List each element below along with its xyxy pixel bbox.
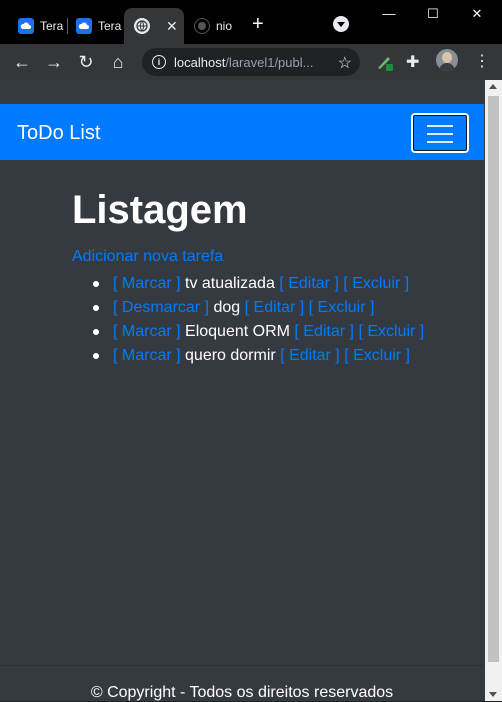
toggle-task-link[interactable]: [ Marcar ] [113,347,181,364]
bullet [93,329,99,335]
add-task-link[interactable]: Adicionar nova tarefa [72,248,472,266]
hamburger-bar [427,141,453,143]
navbar-brand[interactable]: ToDo List [17,122,100,145]
github-icon [194,18,210,34]
edit-task-link[interactable]: [ Editar ] [245,299,305,316]
task-item: [ Desmarcar ] dog [ Editar ] [ Excluir ] [72,296,472,320]
footer-copyright: © Copyright - Todos os direitos reservad… [90,684,394,701]
delete-task-link[interactable]: [ Excluir ] [343,275,409,292]
main-content: Listagem Adicionar nova tarefa [ Marcar … [72,184,472,368]
scrollbar-thumb[interactable] [488,96,499,662]
bullet [93,305,99,311]
browser-toolbar: ← → ↻ ⌂ i localhost/laravel1/publ... ☆ [0,44,502,80]
url-text: localhost/laravel1/publ... [174,55,324,70]
star-icon[interactable]: ☆ [338,53,352,73]
bullet [93,353,99,359]
more-menu-icon[interactable]: ⋮ [474,51,490,71]
hamburger-bar [427,133,453,135]
address-bar[interactable]: i localhost/laravel1/publ... ☆ [142,48,360,76]
scroll-down-arrow-icon[interactable] [489,692,497,697]
reload-icon[interactable]: ↻ [76,52,96,72]
globe-icon [134,18,150,34]
toggle-task-link[interactable]: [ Marcar ] [113,323,181,340]
tab-label: Tera [40,19,64,33]
task-item: [ Marcar ] tv atualizada [ Editar ] [ Ex… [72,272,472,296]
home-icon[interactable]: ⌂ [108,52,128,72]
tab-2[interactable]: Tera [66,8,122,44]
edit-task-link[interactable]: [ Editar ] [279,275,339,292]
footer-divider [0,665,484,666]
task-item: [ Marcar ] quero dormir [ Editar ] [ Exc… [72,344,472,368]
tab-1[interactable]: Tera [8,8,64,44]
url-path: /laravel1/publ... [225,54,314,70]
maximize-button[interactable]: ☐ [418,6,448,22]
task-name: quero dormir [185,347,276,364]
delete-task-link[interactable]: [ Excluir ] [358,323,424,340]
page-top-strip [0,80,484,104]
bullet [93,281,99,287]
task-name: tv atualizada [185,275,275,292]
cloud-favicon-icon [18,18,34,34]
puzzle-icon[interactable]: ✚ [406,52,419,72]
tab-active[interactable]: ✕ [124,8,184,44]
close-window-button[interactable]: ✕ [462,6,492,22]
navbar: ToDo List [0,104,484,160]
task-item: [ Marcar ] Eloquent ORM [ Editar ] [ Exc… [72,320,472,344]
delete-task-link[interactable]: [ Excluir ] [309,299,375,316]
close-tab-icon[interactable]: ✕ [166,18,178,35]
hamburger-bar [427,125,453,127]
cloud-favicon-icon [76,18,92,34]
task-name: Eloquent ORM [185,323,290,340]
navbar-toggler-button[interactable] [411,113,469,153]
task-name: dog [213,299,241,316]
tab-label: nio [216,19,233,33]
edit-task-link[interactable]: [ Editar ] [280,347,340,364]
profile-avatar[interactable] [436,49,458,71]
tab-label: Tera [98,19,122,33]
vertical-scrollbar[interactable] [485,80,502,701]
url-host: localhost [174,54,226,70]
forward-arrow-icon[interactable]: → [44,52,64,72]
page-viewport: ToDo List Listagem Adicionar nova tarefa… [0,80,502,701]
back-arrow-icon[interactable]: ← [12,52,32,72]
tab-strip: Tera Tera ✕ nio + — ☐ ✕ [0,0,502,44]
info-icon[interactable]: i [152,55,166,69]
scroll-up-arrow-icon[interactable] [489,84,497,89]
toggle-task-link[interactable]: [ Marcar ] [113,275,181,292]
minimize-button[interactable]: — [374,6,404,21]
toggle-task-link[interactable]: [ Desmarcar ] [113,299,209,316]
task-list: [ Marcar ] tv atualizada [ Editar ] [ Ex… [72,272,472,368]
extension-icon[interactable] [374,52,394,72]
page-title: Listagem [72,188,248,232]
new-tab-button[interactable]: + [252,14,264,34]
tab-search-icon[interactable] [333,16,349,32]
tab-4[interactable]: nio [184,8,240,44]
edit-task-link[interactable]: [ Editar ] [294,323,354,340]
delete-task-link[interactable]: [ Excluir ] [344,347,410,364]
